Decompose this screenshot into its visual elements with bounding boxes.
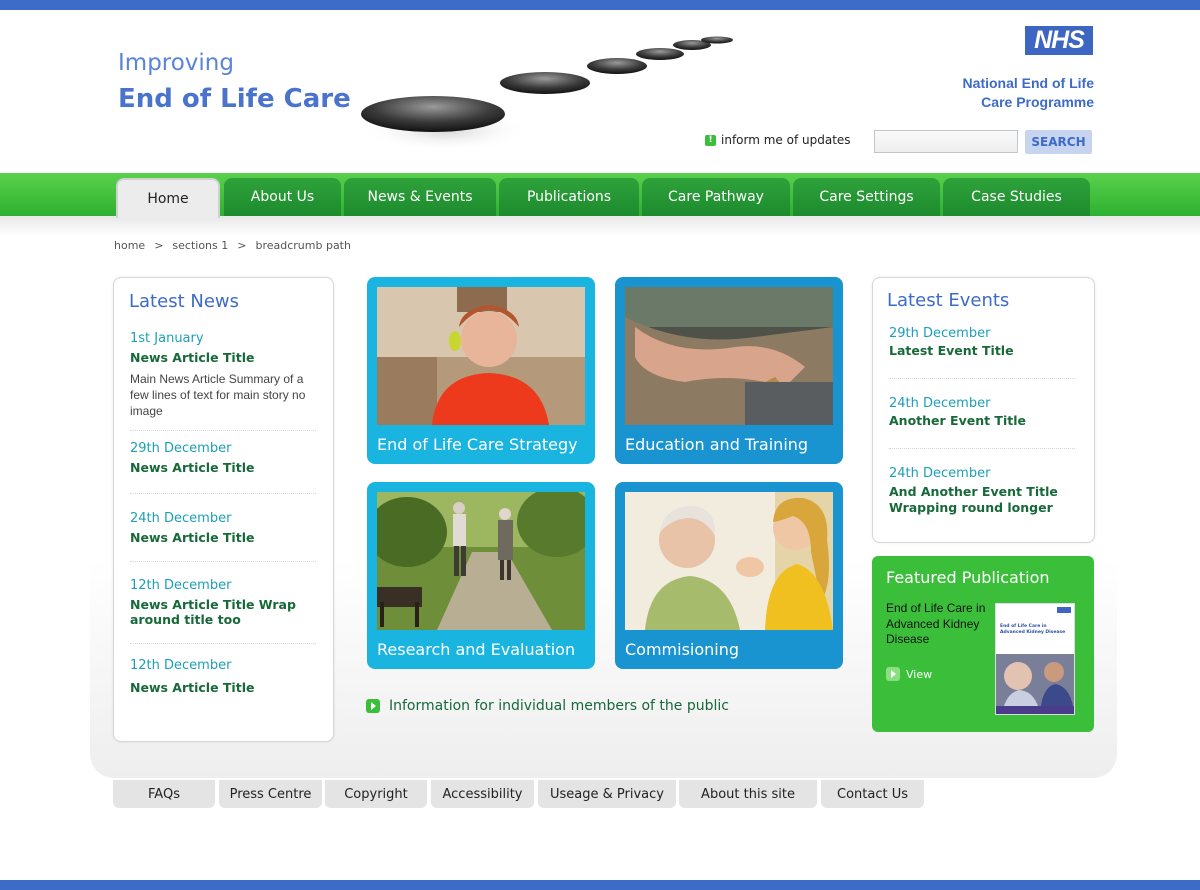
public-info-label: Information for individual members of th… xyxy=(389,698,729,714)
nav-shadow xyxy=(0,216,1200,236)
event-date: 24th December xyxy=(889,396,991,411)
card-strategy[interactable]: End of Life Care Strategy xyxy=(367,277,595,464)
card-caption: Research and Evaluation xyxy=(377,640,576,659)
news-date: 1st January xyxy=(130,331,204,346)
event-title-link[interactable]: And Another Event Title Wrapping round l… xyxy=(889,484,1069,516)
news-title-link[interactable]: News Article Title xyxy=(130,460,320,475)
featured-view-link[interactable]: View xyxy=(886,667,932,681)
tab-care-pathway[interactable]: Care Pathway xyxy=(642,178,790,216)
inform-updates-link[interactable]: ! inform me of updates xyxy=(705,133,851,147)
exclamation-icon: ! xyxy=(705,134,716,146)
breadcrumb: home > sections 1 > breadcrumb path xyxy=(114,239,351,252)
breadcrumb-separator: > xyxy=(237,239,247,252)
card-commissioning[interactable]: Commisioning xyxy=(615,482,843,669)
tab-about-us[interactable]: About Us xyxy=(224,178,341,216)
footer-faqs[interactable]: FAQs xyxy=(113,780,215,808)
tab-case-studies[interactable]: Case Studies xyxy=(943,178,1090,216)
latest-events-panel: Latest Events 29th December Latest Event… xyxy=(872,277,1095,543)
breadcrumb-home[interactable]: home xyxy=(114,239,145,252)
event-date: 24th December xyxy=(889,466,991,481)
footer-press-centre[interactable]: Press Centre xyxy=(219,780,322,808)
arrow-right-icon xyxy=(886,667,900,681)
footer-accessibility[interactable]: Accessibility xyxy=(431,780,534,808)
bottom-accent-bar xyxy=(0,880,1200,890)
search-input[interactable] xyxy=(874,130,1018,153)
news-date: 12th December xyxy=(130,658,232,673)
news-divider xyxy=(130,643,316,644)
programme-line1: National End of Life xyxy=(962,75,1094,91)
nhs-logo[interactable]: NHS xyxy=(1025,26,1093,55)
holding-hands-photo xyxy=(625,287,833,425)
breadcrumb-current: breadcrumb path xyxy=(255,239,351,252)
carer-and-elderly-woman-photo xyxy=(625,492,833,630)
footer-contact-us[interactable]: Contact Us xyxy=(821,780,924,808)
publication-cover-image[interactable]: End of Life Care in Advanced Kidney Dise… xyxy=(995,603,1075,715)
card-caption: Education and Training xyxy=(625,435,809,454)
breadcrumb-separator: > xyxy=(154,239,164,252)
footer-usage-privacy[interactable]: Useage & Privacy xyxy=(538,780,676,808)
view-label: View xyxy=(906,667,933,681)
breadcrumb-sections[interactable]: sections 1 xyxy=(172,239,228,252)
news-title-link[interactable]: News Article Title Wrap around title too xyxy=(130,597,320,627)
search-button[interactable]: SEARCH xyxy=(1025,130,1092,154)
featured-title: Featured Publication xyxy=(886,568,1050,587)
event-title-link[interactable]: Another Event Title xyxy=(889,413,1069,429)
tab-care-settings[interactable]: Care Settings xyxy=(793,178,940,216)
news-title-link[interactable]: News Article Title xyxy=(130,350,320,365)
news-divider xyxy=(130,493,316,494)
cover-text: End of Life Care in Advanced Kidney Dise… xyxy=(1000,624,1066,635)
cover-photo xyxy=(996,654,1074,714)
arrow-right-icon xyxy=(366,699,380,713)
tab-news-events[interactable]: News & Events xyxy=(344,178,496,216)
updates-label: inform me of updates xyxy=(721,133,851,147)
footer-about-site[interactable]: About this site xyxy=(679,780,817,808)
news-date: 12th December xyxy=(130,578,232,593)
card-caption: Commisioning xyxy=(625,640,740,659)
card-caption: End of Life Care Strategy xyxy=(377,435,578,454)
card-education[interactable]: Education and Training xyxy=(615,277,843,464)
tab-publications[interactable]: Publications xyxy=(499,178,639,216)
woman-smiling-photo xyxy=(377,287,585,425)
site-title-line2: End of Life Care xyxy=(118,84,351,114)
site-title-line1: Improving xyxy=(118,50,234,76)
event-divider xyxy=(889,448,1075,449)
top-accent-bar xyxy=(0,0,1200,10)
stepping-stones-image xyxy=(360,36,733,152)
latest-news-title: Latest News xyxy=(129,291,239,312)
card-research[interactable]: Research and Evaluation xyxy=(367,482,595,669)
latest-events-title: Latest Events xyxy=(887,290,1010,311)
latest-news-panel: Latest News 1st January News Article Tit… xyxy=(113,277,334,742)
event-date: 29th December xyxy=(889,326,991,341)
event-title-link[interactable]: Latest Event Title xyxy=(889,343,1069,359)
couple-walking-photo xyxy=(377,492,585,630)
news-date: 29th December xyxy=(130,441,232,456)
tab-home[interactable]: Home xyxy=(116,178,220,218)
news-date: 24th December xyxy=(130,511,232,526)
news-title-link[interactable]: News Article Title xyxy=(130,680,320,695)
news-divider xyxy=(130,561,316,562)
news-divider xyxy=(130,430,316,431)
featured-publication-panel: Featured Publication End of Life Care in… xyxy=(872,556,1094,732)
public-info-link[interactable]: Information for individual members of th… xyxy=(366,698,729,714)
programme-name: National End of Life Care Programme xyxy=(963,74,1094,112)
footer-copyright[interactable]: Copyright xyxy=(325,780,427,808)
news-summary: Main News Article Summary of a few lines… xyxy=(130,372,306,418)
programme-line2: Care Programme xyxy=(981,94,1094,110)
featured-description: End of Life Care in Advanced Kidney Dise… xyxy=(886,601,986,646)
news-title-link[interactable]: News Article Title xyxy=(130,530,320,545)
event-divider xyxy=(889,378,1075,379)
